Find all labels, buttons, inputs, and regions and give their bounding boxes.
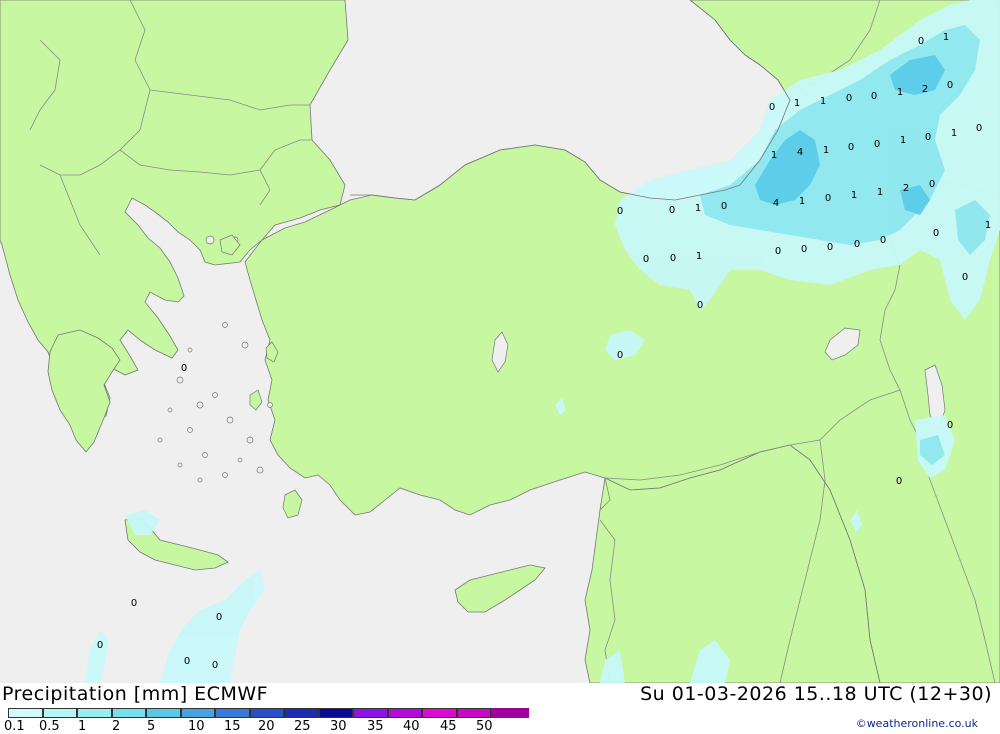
scale-label: 50 [476,719,493,734]
precip-value-label: 4 [773,198,779,209]
precip-value-label: 0 [871,91,877,102]
precip-value-label: 1 [695,203,701,214]
precip-value-label: 0 [617,350,623,361]
color-scale [8,708,529,718]
precip-value-label: 0 [947,420,953,431]
precip-value-label: 1 [851,190,857,201]
scale-label: 0.5 [39,719,60,734]
scale-color-box [456,708,491,718]
valid-time: Su 01-03-2026 15..18 UTC (12+30) [640,683,992,705]
scale-label: 15 [224,719,241,734]
precip-value-label: 1 [771,150,777,161]
scale-label: 10 [188,719,205,734]
scale-color-box [42,708,77,718]
precip-value-label: 0 [643,254,649,265]
scale-label: 45 [440,719,457,734]
precip-value-label: 0 [848,142,854,153]
precip-value-label: 0 [184,656,190,667]
scale-color-box [387,708,422,718]
precip-value-label: 1 [943,32,949,43]
precip-value-label: 0 [775,246,781,257]
precip-value-label: 0 [181,363,187,374]
scale-color-box [215,708,250,718]
precip-value-label: 1 [696,251,702,262]
precip-value-label: 0 [216,612,222,623]
scale-color-box [180,708,215,718]
precip-value-label: 0 [854,239,860,250]
precip-value-label: 4 [797,147,803,158]
precip-value-label: 0 [947,80,953,91]
scale-label: 5 [147,719,156,734]
precip-value-label: 1 [985,220,991,231]
precip-value-label: 0 [97,640,103,651]
color-scale-labels: 0.1 0.5 1 2 5 10 15 20 25 30 35 40 45 50 [0,719,560,734]
precip-value-label: 0 [874,139,880,150]
precip-value-label: 1 [794,98,800,109]
precip-value-label: 1 [877,187,883,198]
precip-value-label: 1 [897,87,903,98]
scale-label: 0.1 [4,719,25,734]
scale-color-box [318,708,353,718]
precip-value-label: 0 [976,123,982,134]
precip-value-label: 1 [799,196,805,207]
precip-value-label: 0 [212,660,218,671]
scale-color-box [284,708,319,718]
precip-value-label: 0 [846,93,852,104]
precip-value-label: 0 [827,242,833,253]
footer: Precipitation [mm] ECMWF Su 01-03-2026 1… [0,683,1000,734]
scale-color-box [353,708,388,718]
scale-label: 25 [294,719,311,734]
scale-label: 30 [330,719,347,734]
precip-value-label: 2 [903,183,909,194]
precip-value-label: 1 [820,96,826,107]
credit[interactable]: ©weatheronline.co.uk [856,717,978,730]
scale-label: 1 [78,719,87,734]
precip-value-label: 0 [929,179,935,190]
precip-value-label: 0 [131,598,137,609]
precip-value-label: 0 [801,244,807,255]
scale-color-box [491,708,529,718]
precip-value-label: 0 [962,272,968,283]
scale-color-box [8,708,43,718]
scale-color-box [249,708,284,718]
chart-title: Precipitation [mm] ECMWF [2,683,269,705]
precip-value-label: 2 [922,84,928,95]
precip-value-label: 0 [880,235,886,246]
scale-label: 2 [112,719,121,734]
precip-value-label: 0 [769,102,775,113]
precip-value-label: 1 [823,145,829,156]
precip-value-label: 0 [617,206,623,217]
precip-value-label: 0 [825,193,831,204]
scale-color-box [146,708,181,718]
precip-value-label: 0 [896,476,902,487]
precip-value-label: 0 [697,300,703,311]
scale-label: 40 [403,719,420,734]
precip-value-label: 0 [918,36,924,47]
scale-label: 20 [258,719,275,734]
precipitation-map: 0 1 0 1 1 0 0 1 2 0 1 4 1 0 0 1 0 1 0 0 0 1 0 4 1 0 1 1 2 0 0 1 0 0 1 0 0 0 0 0… [0,0,1000,683]
precip-value-label: 0 [669,205,675,216]
precip-value-label: 0 [721,201,727,212]
scale-color-box [77,708,112,718]
precip-value-label: 1 [900,135,906,146]
precip-value-label: 0 [933,228,939,239]
scale-color-box [422,708,457,718]
precip-value-label: 0 [925,132,931,143]
scale-color-box [111,708,146,718]
precip-value-label: 0 [670,253,676,264]
scale-label: 35 [367,719,384,734]
precip-value-label: 1 [951,128,957,139]
